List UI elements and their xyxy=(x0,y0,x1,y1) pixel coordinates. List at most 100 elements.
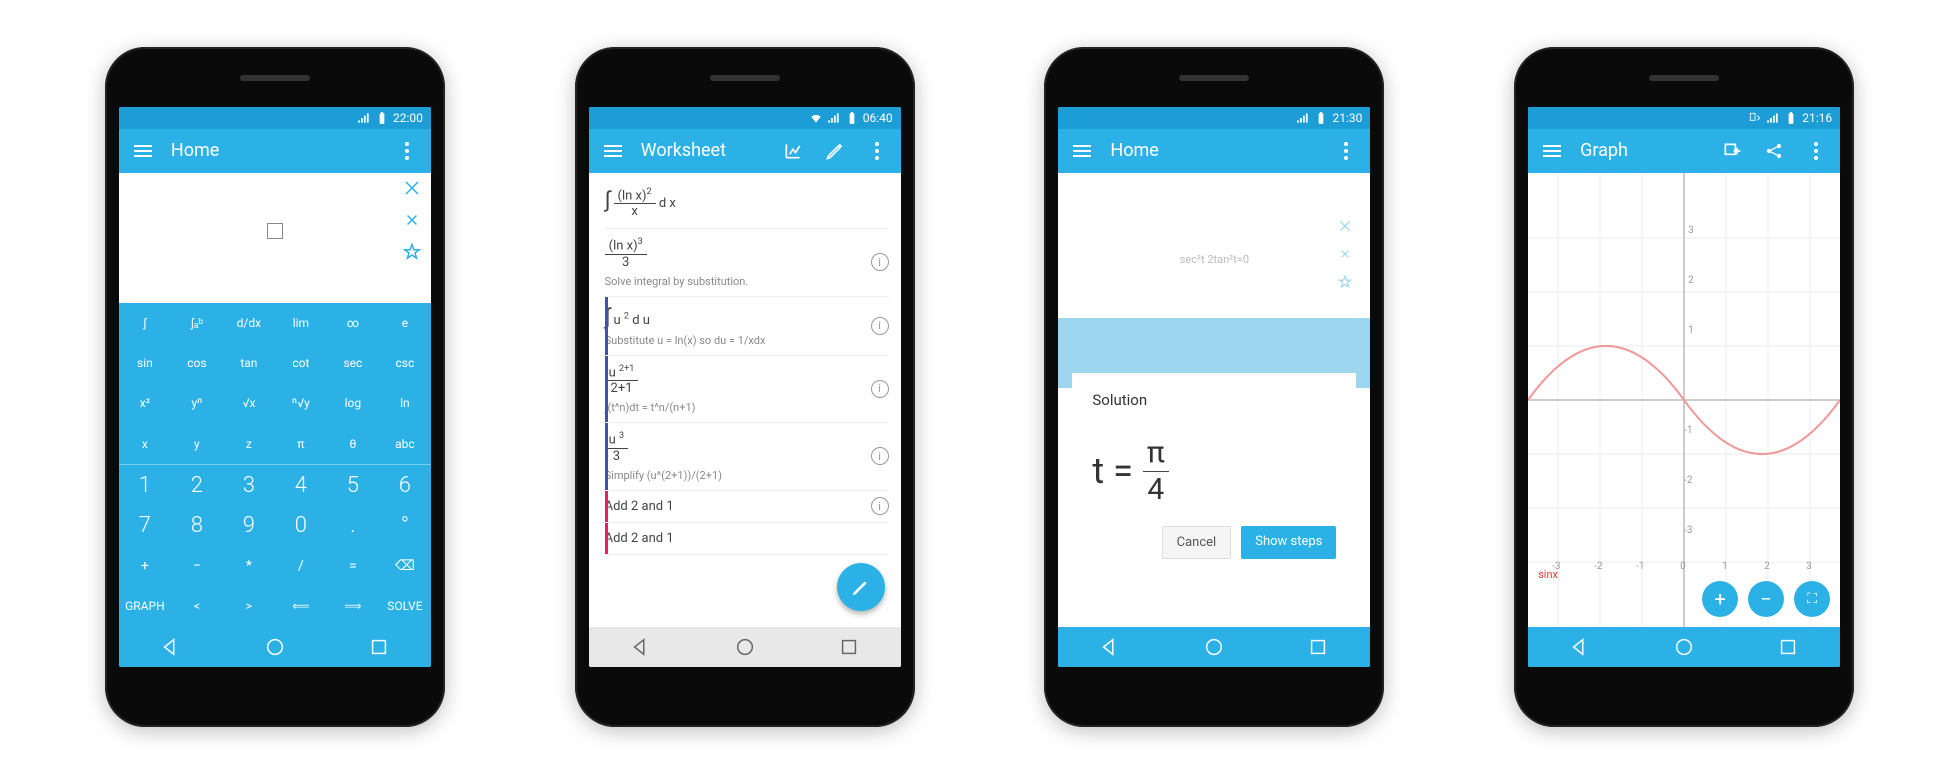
overflow-icon[interactable] xyxy=(1332,137,1360,165)
kp-key[interactable]: 6 xyxy=(379,465,431,505)
add-plot-icon[interactable] xyxy=(1718,137,1746,165)
add-fab[interactable] xyxy=(837,563,885,611)
status-bar: 06:40 xyxy=(589,107,901,129)
kp-key[interactable]: x xyxy=(119,424,171,464)
worksheet-item[interactable]: ∫ u 2 d uSubstitute u = ln(x) so du = 1/… xyxy=(605,297,889,356)
kp-key[interactable]: d/dx xyxy=(223,303,275,343)
menu-icon[interactable] xyxy=(129,137,157,165)
recent-icon[interactable] xyxy=(838,636,860,658)
menu-icon[interactable] xyxy=(1538,137,1566,165)
info-icon[interactable]: i xyxy=(871,497,889,515)
info-icon[interactable]: i xyxy=(871,317,889,335)
battery-icon xyxy=(375,111,389,125)
kp-key[interactable]: θ xyxy=(327,424,379,464)
kp-key[interactable]: . xyxy=(327,505,379,545)
worksheet-item[interactable]: u 2+12+1∫(t^n)dt = t^n/(n+1)i xyxy=(605,356,889,424)
zoom-out-fab[interactable]: − xyxy=(1748,581,1784,617)
kp-key[interactable]: 1 xyxy=(119,465,171,505)
app-bar: Worksheet xyxy=(589,129,901,173)
worksheet-item[interactable]: u 33Simplify (u^(2+1))/(2+1)i xyxy=(605,423,889,491)
chart-icon[interactable] xyxy=(779,137,807,165)
share-icon[interactable] xyxy=(1760,137,1788,165)
kp-key[interactable]: 4 xyxy=(275,465,327,505)
fullscreen-fab[interactable]: ⛶ xyxy=(1794,581,1830,617)
ytick: 3 xyxy=(1688,225,1694,236)
kp-key[interactable]: ⁿ√y xyxy=(275,383,327,423)
cancel-button[interactable]: Cancel xyxy=(1162,526,1232,559)
kp-key[interactable]: z xyxy=(223,424,275,464)
kp-key[interactable]: log xyxy=(327,383,379,423)
kp-key[interactable]: ∞ xyxy=(327,303,379,343)
kp-key[interactable]: yⁿ xyxy=(171,383,223,423)
close-icon[interactable] xyxy=(403,211,421,229)
overflow-icon[interactable] xyxy=(863,137,891,165)
menu-icon[interactable] xyxy=(599,137,627,165)
kp-key[interactable]: 2 xyxy=(171,465,223,505)
kp-key[interactable]: sin xyxy=(119,343,171,383)
expression-display[interactable] xyxy=(119,173,431,303)
kp-key[interactable]: y xyxy=(171,424,223,464)
worksheet-item[interactable]: Add 2 and 1i xyxy=(605,491,889,523)
home-icon[interactable] xyxy=(734,636,756,658)
kp-key[interactable]: 9 xyxy=(223,505,275,545)
worksheet-item[interactable]: Add 2 and 1 xyxy=(605,523,889,555)
kp-key[interactable]: tan xyxy=(223,343,275,383)
kp-key[interactable]: ∫ xyxy=(119,303,171,343)
graph-canvas[interactable]: 3 2 1 -1 -2 -3 -3 -2 -1 0 1 2 3 sinx + −… xyxy=(1528,173,1840,627)
kp-key[interactable]: 8 xyxy=(171,505,223,545)
overflow-icon[interactable] xyxy=(393,137,421,165)
shuffle-icon[interactable] xyxy=(403,179,421,197)
kp-key[interactable]: < xyxy=(171,586,223,626)
recent-icon[interactable] xyxy=(1307,636,1329,658)
kp-key[interactable]: ∫ₐᵇ xyxy=(171,303,223,343)
back-icon[interactable] xyxy=(1569,636,1591,658)
kp-key[interactable]: ° xyxy=(379,505,431,545)
kp-key[interactable]: lim xyxy=(275,303,327,343)
recent-icon[interactable] xyxy=(1777,636,1799,658)
info-icon[interactable]: i xyxy=(871,253,889,271)
overflow-icon[interactable] xyxy=(1802,137,1830,165)
star-icon[interactable] xyxy=(403,243,421,261)
kp-key[interactable]: π xyxy=(275,424,327,464)
kp-solve[interactable]: SOLVE xyxy=(379,586,431,626)
kp-key[interactable]: sec xyxy=(327,343,379,383)
kp-key[interactable]: e xyxy=(379,303,431,343)
kp-key[interactable]: √x xyxy=(223,383,275,423)
kp-key[interactable]: x² xyxy=(119,383,171,423)
kp-key[interactable]: ln xyxy=(379,383,431,423)
kp-key[interactable]: 5 xyxy=(327,465,379,505)
kp-key[interactable]: ⟸ xyxy=(275,586,327,626)
kp-key[interactable]: 7 xyxy=(119,505,171,545)
back-icon[interactable] xyxy=(1099,636,1121,658)
recent-icon[interactable] xyxy=(368,636,390,658)
kp-key[interactable]: / xyxy=(275,546,327,586)
kp-key[interactable]: = xyxy=(327,546,379,586)
back-icon[interactable] xyxy=(160,636,182,658)
worksheet-item[interactable]: ∫ (ln x)2x d x xyxy=(605,179,889,230)
edit-icon[interactable] xyxy=(821,137,849,165)
kp-key[interactable]: > xyxy=(223,586,275,626)
menu-icon[interactable] xyxy=(1068,137,1096,165)
show-steps-button[interactable]: Show steps xyxy=(1241,526,1336,559)
worksheet-item[interactable]: (ln x)33Solve integral by substitution.i xyxy=(605,229,889,297)
info-icon[interactable]: i xyxy=(871,447,889,465)
home-icon[interactable] xyxy=(264,636,286,658)
zoom-in-fab[interactable]: + xyxy=(1702,581,1738,617)
home-icon[interactable] xyxy=(1203,636,1225,658)
kp-key[interactable]: ⟹ xyxy=(327,586,379,626)
kp-key[interactable]: * xyxy=(223,546,275,586)
signal-icon xyxy=(357,111,371,125)
back-icon[interactable] xyxy=(630,636,652,658)
kp-backspace[interactable]: ⌫ xyxy=(379,546,431,586)
kp-key[interactable]: − xyxy=(171,546,223,586)
kp-key[interactable]: 3 xyxy=(223,465,275,505)
info-icon[interactable]: i xyxy=(871,380,889,398)
kp-graph[interactable]: GRAPH xyxy=(119,586,171,626)
kp-key[interactable]: cot xyxy=(275,343,327,383)
kp-key[interactable]: abc xyxy=(379,424,431,464)
kp-key[interactable]: + xyxy=(119,546,171,586)
kp-key[interactable]: 0 xyxy=(275,505,327,545)
kp-key[interactable]: cos xyxy=(171,343,223,383)
home-icon[interactable] xyxy=(1673,636,1695,658)
kp-key[interactable]: csc xyxy=(379,343,431,383)
